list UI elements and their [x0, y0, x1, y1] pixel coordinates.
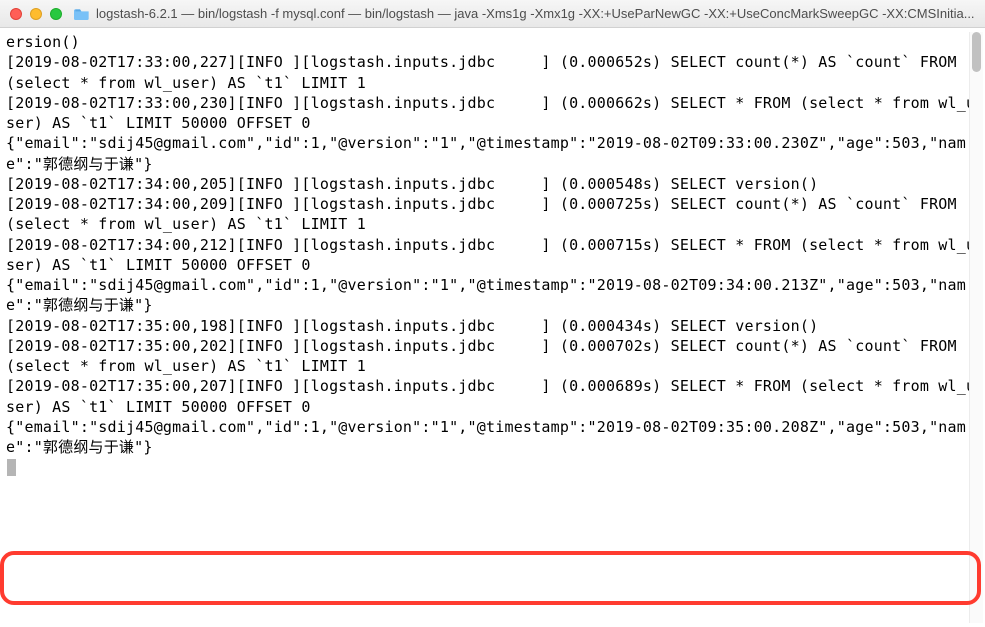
window-controls: [10, 8, 62, 20]
minimize-button[interactable]: [30, 8, 42, 20]
terminal-output: ersion() [2019-08-02T17:33:00,227][INFO …: [6, 32, 979, 478]
folder-icon: [74, 7, 90, 21]
terminal-cursor: [7, 459, 16, 476]
highlight-annotation: [0, 551, 981, 605]
terminal-viewport[interactable]: ersion() [2019-08-02T17:33:00,227][INFO …: [0, 28, 985, 627]
maximize-button[interactable]: [50, 8, 62, 20]
close-button[interactable]: [10, 8, 22, 20]
scrollbar-thumb[interactable]: [972, 32, 981, 72]
window-title-bar: logstash-6.2.1 — bin/logstash -f mysql.c…: [0, 0, 985, 28]
window-title: logstash-6.2.1 — bin/logstash -f mysql.c…: [96, 6, 975, 21]
scrollbar-track[interactable]: [969, 32, 983, 623]
